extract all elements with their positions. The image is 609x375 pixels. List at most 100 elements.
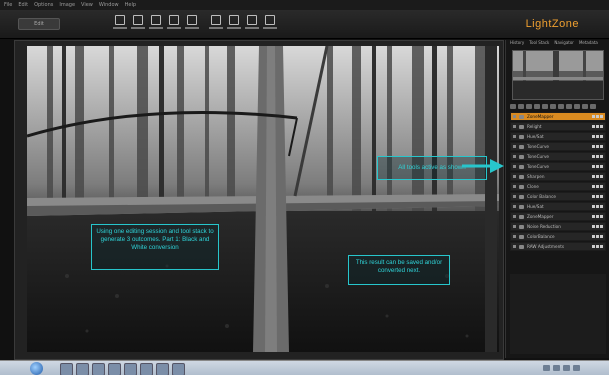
tool-stack-item[interactable]: Hue/Sat <box>510 132 606 141</box>
taskbar-app-icon[interactable] <box>172 363 185 375</box>
tool-enable-checkbox[interactable] <box>513 125 516 128</box>
print-button[interactable] <box>244 15 260 33</box>
clone-tool-icon[interactable] <box>550 103 556 109</box>
crop-button[interactable] <box>148 15 164 33</box>
tray-icon[interactable] <box>573 365 580 371</box>
compare-button[interactable] <box>184 15 200 33</box>
delete-icon[interactable] <box>600 215 603 218</box>
forest-photo[interactable]: Using one editing session and tool stack… <box>27 46 499 352</box>
tray-icon[interactable] <box>553 365 560 371</box>
lock-icon[interactable] <box>596 165 599 168</box>
delete-icon[interactable] <box>600 135 603 138</box>
sharpen-tool-icon[interactable] <box>542 103 548 109</box>
tool-enable-checkbox[interactable] <box>513 185 516 188</box>
tool-enable-checkbox[interactable] <box>513 155 516 158</box>
region-tool-icon[interactable] <box>582 103 588 109</box>
tool-stack-item[interactable]: ZoneMapper <box>510 112 606 121</box>
taskbar-app-icon[interactable] <box>60 363 73 375</box>
visibility-icon[interactable] <box>592 175 595 178</box>
tool-enable-checkbox[interactable] <box>513 245 516 248</box>
tool-stack-item[interactable]: Hue/Sat <box>510 202 606 211</box>
share-button[interactable] <box>262 15 278 33</box>
visibility-icon[interactable] <box>592 195 595 198</box>
lock-icon[interactable] <box>596 215 599 218</box>
delete-tool-icon[interactable] <box>590 103 596 109</box>
lock-icon[interactable] <box>596 155 599 158</box>
lock-icon[interactable] <box>596 175 599 178</box>
image-viewer[interactable]: Using one editing session and tool stack… <box>14 40 504 360</box>
tray-icon[interactable] <box>563 365 570 371</box>
menu-item-window[interactable]: Window <box>99 2 119 8</box>
lock-icon[interactable] <box>596 225 599 228</box>
tab-tool-stack[interactable]: Tool Stack <box>529 40 549 48</box>
delete-icon[interactable] <box>600 205 603 208</box>
taskbar-app-icon[interactable] <box>108 363 121 375</box>
tool-stack-item[interactable]: Sharpen <box>510 172 606 181</box>
visibility-icon[interactable] <box>592 205 595 208</box>
visibility-icon[interactable] <box>592 215 595 218</box>
rotate-button[interactable] <box>166 15 182 33</box>
tool-stack-item[interactable]: Clone <box>510 182 606 191</box>
visibility-icon[interactable] <box>592 245 595 248</box>
delete-icon[interactable] <box>600 185 603 188</box>
tool-enable-checkbox[interactable] <box>513 215 516 218</box>
taskbar-app-icon[interactable] <box>92 363 105 375</box>
undo-button[interactable] <box>112 15 128 33</box>
visibility-icon[interactable] <box>592 135 595 138</box>
tool-stack-item[interactable]: ToneCurve <box>510 142 606 151</box>
navigator-preview[interactable] <box>512 50 604 100</box>
delete-icon[interactable] <box>600 115 603 118</box>
menu-item-image[interactable]: Image <box>59 2 75 8</box>
tool-enable-checkbox[interactable] <box>513 115 516 118</box>
menu-item-help[interactable]: Help <box>125 2 136 8</box>
tool-stack-item[interactable]: ZoneMapper <box>510 212 606 221</box>
tool-stack-item[interactable]: ColorBalance <box>510 232 606 241</box>
fit-button[interactable] <box>226 15 242 33</box>
visibility-icon[interactable] <box>592 125 595 128</box>
lock-icon[interactable] <box>596 195 599 198</box>
visibility-icon[interactable] <box>592 145 595 148</box>
hue-tool-icon[interactable] <box>566 103 572 109</box>
tool-enable-checkbox[interactable] <box>513 165 516 168</box>
visibility-icon[interactable] <box>592 165 595 168</box>
delete-icon[interactable] <box>600 195 603 198</box>
tool-stack-item[interactable]: ToneCurve <box>510 162 606 171</box>
visibility-icon[interactable] <box>592 235 595 238</box>
tool-enable-checkbox[interactable] <box>513 235 516 238</box>
lock-icon[interactable] <box>596 185 599 188</box>
tool-enable-checkbox[interactable] <box>513 195 516 198</box>
delete-icon[interactable] <box>600 245 603 248</box>
tool-enable-checkbox[interactable] <box>513 205 516 208</box>
taskbar-app-icon[interactable] <box>124 363 137 375</box>
menu-item-view[interactable]: View <box>81 2 93 8</box>
lock-icon[interactable] <box>596 145 599 148</box>
lock-icon[interactable] <box>596 125 599 128</box>
delete-icon[interactable] <box>600 235 603 238</box>
lock-icon[interactable] <box>596 235 599 238</box>
tool-enable-checkbox[interactable] <box>513 145 516 148</box>
delete-icon[interactable] <box>600 145 603 148</box>
tray-icon[interactable] <box>543 365 550 371</box>
taskbar-app-icon[interactable] <box>76 363 89 375</box>
delete-icon[interactable] <box>600 125 603 128</box>
lock-icon[interactable] <box>596 245 599 248</box>
tool-stack-item[interactable]: RAW Adjustments <box>510 242 606 251</box>
redo-button[interactable] <box>130 15 146 33</box>
visibility-icon[interactable] <box>592 185 595 188</box>
menu-item-edit[interactable]: Edit <box>18 2 28 8</box>
delete-icon[interactable] <box>600 155 603 158</box>
tool-stack-item[interactable]: Relight <box>510 122 606 131</box>
tool-enable-checkbox[interactable] <box>513 135 516 138</box>
taskbar-app-icon[interactable] <box>140 363 153 375</box>
menu-item-file[interactable]: File <box>4 2 12 8</box>
zone-tool-icon[interactable] <box>518 103 524 109</box>
color-tool-icon[interactable] <box>558 103 564 109</box>
lock-icon[interactable] <box>596 135 599 138</box>
visibility-icon[interactable] <box>592 155 595 158</box>
lock-icon[interactable] <box>596 115 599 118</box>
tab-history[interactable]: History <box>510 40 524 48</box>
visibility-icon[interactable] <box>592 225 595 228</box>
taskbar-app-icon[interactable] <box>156 363 169 375</box>
delete-icon[interactable] <box>600 165 603 168</box>
tab-navigator[interactable]: Navigator <box>554 40 574 48</box>
